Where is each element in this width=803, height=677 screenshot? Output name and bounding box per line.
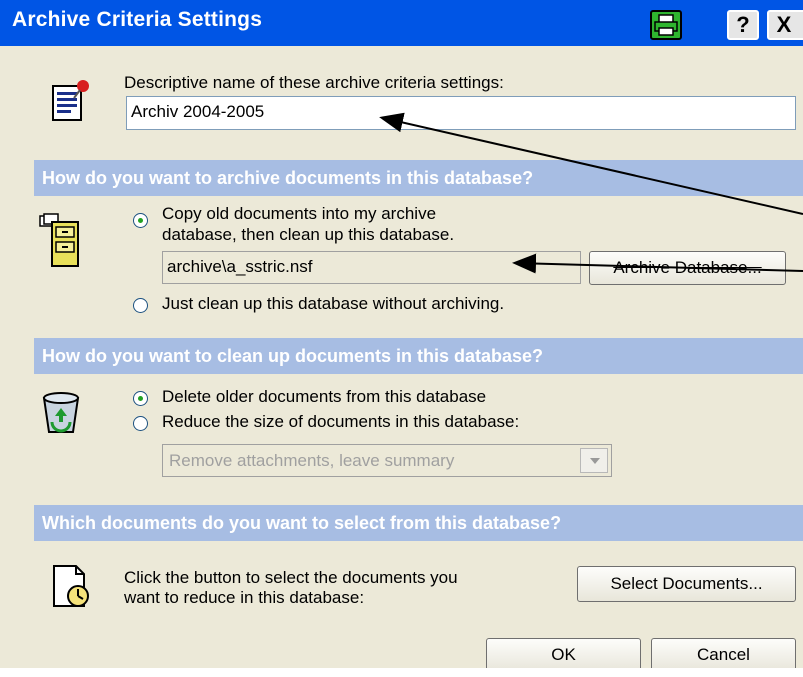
name-label: Descriptive name of these archive criter…: [124, 73, 504, 92]
settings-name-input[interactable]: Archiv 2004-2005: [126, 96, 796, 130]
print-button[interactable]: [650, 10, 682, 40]
cleanup-section-header: How do you want to clean up documents in…: [34, 338, 803, 374]
cancel-button[interactable]: Cancel: [651, 638, 796, 668]
archive-section-header: How do you want to archive documents in …: [34, 160, 803, 196]
archive-section-title: How do you want to archive documents in …: [42, 168, 534, 188]
copy-to-archive-label-line1: Copy old documents into my archive: [162, 204, 437, 223]
document-clock-icon: [53, 565, 89, 607]
cleanup-only-label: Just clean up this database without arch…: [162, 294, 505, 313]
reduce-size-radio[interactable]: [133, 416, 148, 431]
window-title: Archive Criteria Settings: [12, 8, 263, 31]
copy-to-archive-radio[interactable]: [133, 213, 148, 228]
select-section-title: Which documents do you want to select fr…: [42, 513, 562, 533]
copy-to-archive-label-line2: database, then clean up this database.: [162, 225, 455, 244]
recycle-bin-icon: [42, 392, 80, 433]
printer-icon: [654, 14, 678, 36]
select-section-header: Which documents do you want to select fr…: [34, 505, 803, 541]
filing-cabinet-icon: [39, 213, 79, 267]
cleanup-section-title: How do you want to clean up documents in…: [42, 346, 544, 366]
close-button[interactable]: X: [767, 10, 803, 40]
reduce-size-label: Reduce the size of documents in this dat…: [162, 412, 520, 431]
cleanup-only-radio[interactable]: [133, 298, 148, 313]
notes-document-icon: [52, 80, 89, 121]
select-instruction-line1: Click the button to select the documents…: [124, 568, 458, 587]
title-bar[interactable]: Archive Criteria Settings ? X: [0, 0, 803, 46]
archive-db-path-field[interactable]: archive\a_sstric.nsf: [162, 251, 581, 284]
help-button[interactable]: ?: [727, 10, 759, 40]
reduce-method-value: Remove attachments, leave summary: [169, 451, 455, 470]
archive-database-button[interactable]: Archive Database...: [589, 251, 786, 285]
select-instruction-line2: want to reduce in this database:: [124, 588, 365, 607]
delete-older-radio[interactable]: [133, 391, 148, 406]
reduce-method-select[interactable]: Remove attachments, leave summary: [162, 444, 612, 477]
delete-older-label: Delete older documents from this databas…: [162, 387, 487, 406]
chevron-down-icon[interactable]: [580, 448, 608, 473]
ok-button[interactable]: OK: [486, 638, 641, 668]
select-documents-button[interactable]: Select Documents...: [577, 566, 796, 602]
archive-criteria-dialog: Archive Criteria Settings ? X Descriptiv…: [0, 0, 803, 668]
